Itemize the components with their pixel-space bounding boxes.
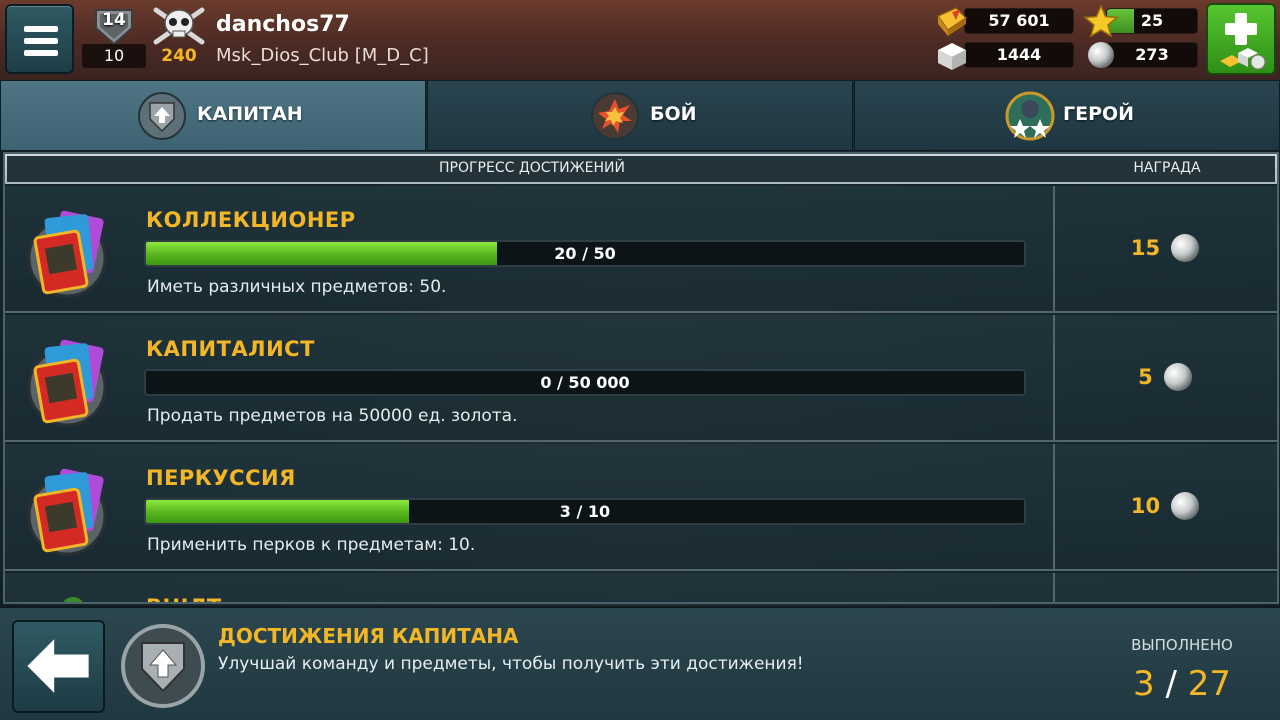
rank-number: 14 [102,10,126,30]
table-header-inner: ПРОГРЕСС ДОСТИЖЕНИЙ НАГРАДА [7,156,1275,182]
tab-captain[interactable]: КАПИТАН [0,80,426,151]
achievement-row[interactable]: КОЛЛЕКЦИОНЕР 20 / 50 Иметь различных пре… [5,186,1277,313]
progress-text: 3 / 10 [559,502,611,521]
currency-pile-icon [1220,48,1266,70]
username[interactable]: danchos77 [216,12,350,37]
star-icon [1083,4,1119,38]
clan-name[interactable]: Msk_Dios_Club [M_D_C] [216,45,429,66]
bottom-bar: ДОСТИЖЕНИЯ КАПИТАНА Улучшай команду и пр… [0,606,1280,720]
category-tabs: КАПИТАН БОЙ ГЕРОЙ [0,80,1280,151]
gold-counter: 57 601 [964,8,1074,34]
total-number: 27 [1187,664,1231,704]
pearl-icon [1163,363,1192,391]
tab-label: ГЕРОЙ [1063,103,1135,125]
achievement-description: Продать предметов на 50000 ед. золота. [147,406,518,426]
table-header: ПРОГРЕСС ДОСТИЖЕНИЙ НАГРАДА [5,154,1277,184]
achievement-title: КАПИТАЛИСТ [146,337,315,361]
menu-icon-bar [24,38,58,44]
gold-bar-icon [936,7,968,36]
progress-text: 0 / 50 000 [540,373,630,392]
player-level: 10 [82,44,146,68]
back-button[interactable] [12,620,105,713]
header-progress: ПРОГРЕСС ДОСТИЖЕНИЙ [439,160,625,176]
skull-count: 240 [161,46,197,66]
achievement-description: Иметь различных предметов: 50. [147,277,447,297]
reward: 10 [1055,490,1277,522]
pearl-icon [1171,234,1200,262]
star-count: 25 [1140,11,1164,30]
progress-text: 20 / 50 [554,244,616,263]
shop-add-currency-button[interactable] [1206,3,1276,75]
achievement-progress-bar: 0 / 50 000 [144,369,1026,396]
achievement-row[interactable]: КАПИТАЛИСТ 0 / 50 000 Продать предметов … [5,315,1277,442]
tab-battle[interactable]: БОЙ [427,80,853,151]
achievement-progress-bar: 20 / 50 [144,240,1026,267]
menu-icon [24,26,58,32]
achievements-table[interactable]: ПРОГРЕСС ДОСТИЖЕНИЙ НАГРАДА КОЛЛЕКЦИОНЕР… [3,152,1279,604]
plus-icon-bar [1225,23,1257,35]
count-separator: / [1165,664,1177,704]
achievement-description: Применить перков к предметам: 10. [147,535,476,555]
item-cards-icon [27,339,107,427]
reward-amount: 10 [1130,494,1161,518]
section-description: Улучшай команду и предметы, чтобы получи… [218,654,804,674]
completed-label: ВЫПОЛНЕНО [1131,636,1233,654]
header-reward: НАГРАДА [1133,160,1201,176]
pearl-counter: 273 [1106,42,1198,68]
reward-amount: 5 [1138,365,1153,389]
menu-icon-bar [24,50,58,56]
item-cards-icon [27,468,107,556]
captain-upgrade-icon [138,92,186,140]
tab-hero[interactable]: ГЕРОЙ [854,80,1280,151]
battle-explosion-icon [591,92,639,140]
column-divider [1053,573,1055,602]
section-title: ДОСТИЖЕНИЯ КАПИТАНА [218,624,519,648]
achievement-progress-bar: 3 / 10 [144,498,1026,525]
menu-button[interactable] [5,4,74,74]
pearl-icon [1171,492,1200,520]
reward: 5 [1055,361,1277,393]
achievement-title: ВНІЛТ [146,595,222,602]
pearl-icon [1088,42,1114,68]
gem-counter: 1444 [964,42,1074,68]
tab-label: КАПИТАН [197,103,303,125]
xp-progress-bar: 25 [1106,8,1198,34]
achievement-title: КОЛЛЕКЦИОНЕР [146,208,356,232]
reward: 15 [1055,232,1277,264]
hero-portraits-icon [63,597,83,602]
skull-crossbones-icon [153,7,205,45]
item-cards-icon [27,210,107,298]
achievement-row[interactable]: ПЕРКУССИЯ 3 / 10 Применить перков к пред… [5,444,1277,571]
achievement-title: ПЕРКУССИЯ [146,466,296,490]
gem-cube-icon [938,43,966,70]
top-bar: 14 10 240 danchos77 Msk_Dios_Club [M_D_C… [0,0,1280,80]
tab-label: БОЙ [650,103,697,125]
hero-stars-icon [1005,91,1055,141]
completed-number: 3 [1133,664,1155,704]
achievement-row[interactable]: ВНІЛТ [5,573,1277,602]
arrow-left-icon [27,639,89,693]
completed-count: 3 / 27 [1100,664,1264,704]
captain-upgrade-icon [121,624,205,708]
reward-amount: 15 [1130,236,1161,260]
